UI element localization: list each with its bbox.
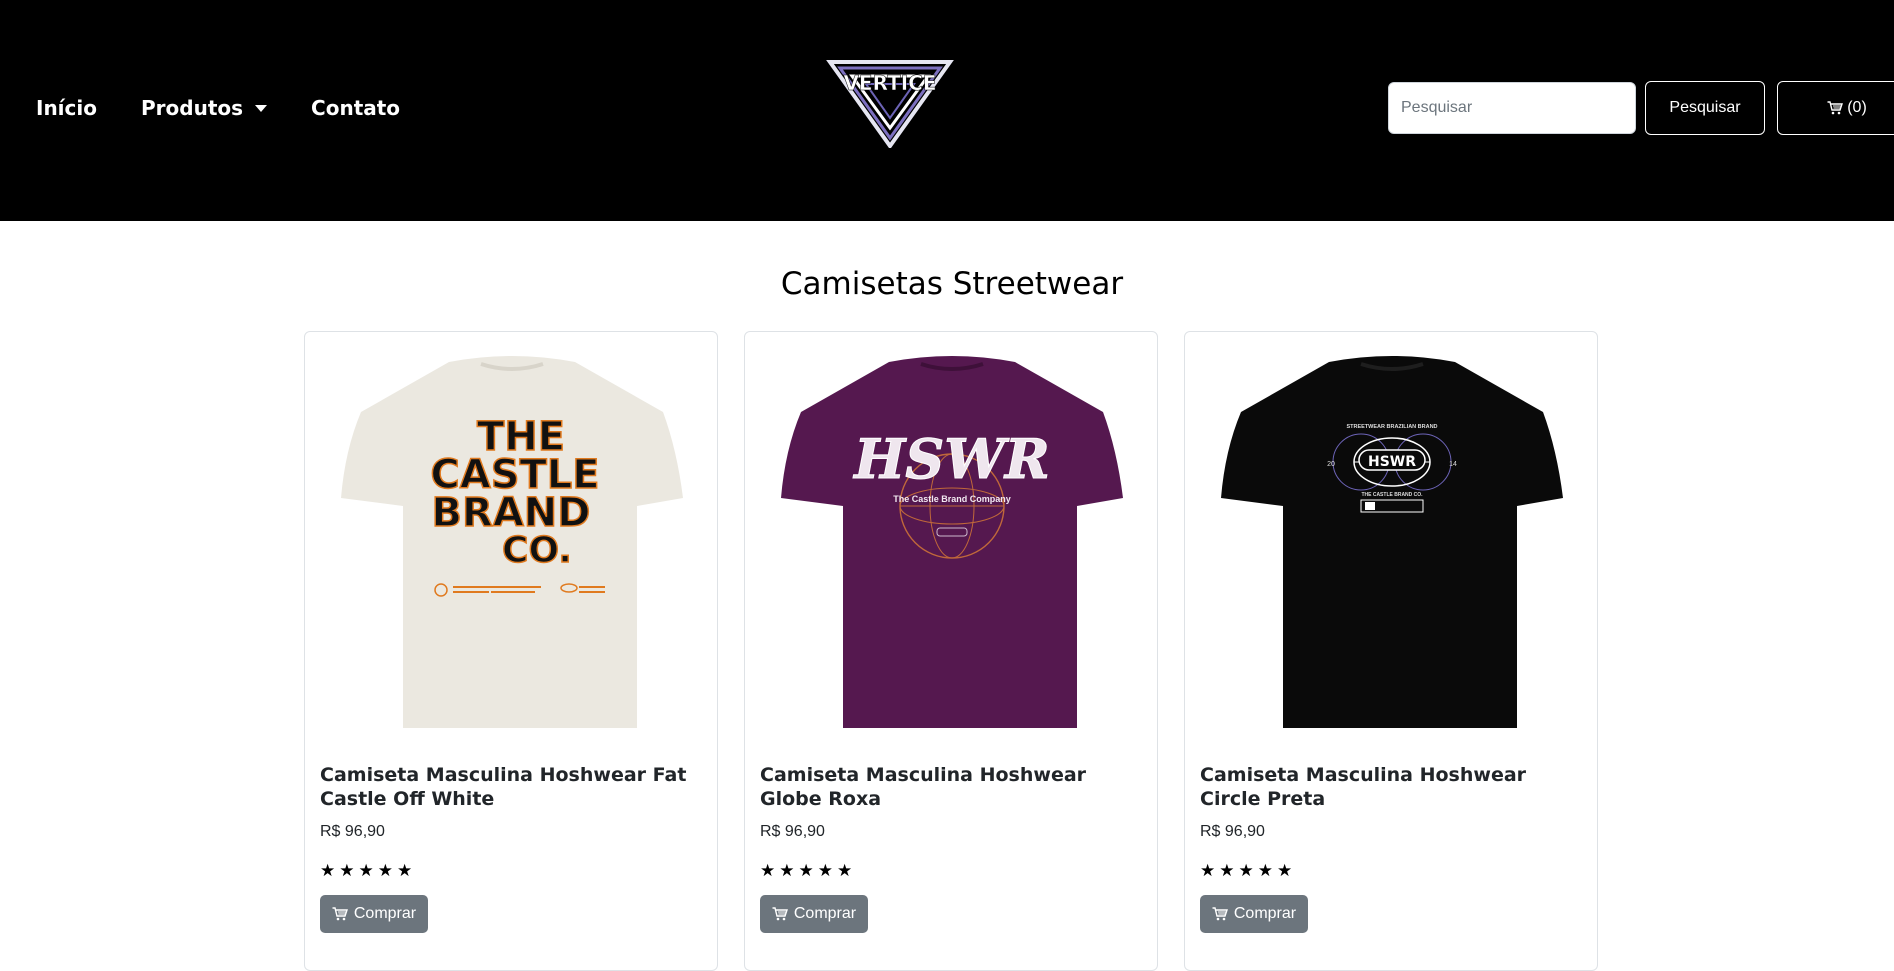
search-button-label: Pesquisar [1669, 99, 1741, 116]
buy-button-label: Comprar [1233, 905, 1297, 922]
product-card-body: Camiseta Masculina Hoshwear Fat Castle O… [320, 763, 704, 933]
buy-button-label: Comprar [353, 905, 417, 922]
cart-icon [772, 907, 788, 921]
print-line-4: CO. [502, 530, 572, 571]
rating-stars: ★★★★★ [1200, 861, 1297, 880]
product-image[interactable]: HSWR The Castle Brand Company [781, 350, 1123, 730]
nav-link-inicio[interactable]: Início [36, 96, 97, 120]
rating-stars: ★★★★★ [320, 861, 417, 880]
product-title: Camiseta Masculina Hoshwear Fat Castle O… [320, 764, 687, 810]
search-input[interactable] [1388, 82, 1636, 134]
brand-logo[interactable]: VERTICE [826, 58, 954, 150]
product-card: THE CASTLE BRAND CO. Camiseta Masculina … [304, 331, 718, 971]
product-card: STREETWEAR BRAZILIAN BRAND HSWR 20 14 TH… [1184, 331, 1598, 971]
main-nav: Início Produtos Contato [36, 96, 444, 120]
product-grid: THE CASTLE BRAND CO. Camiseta Masculina … [304, 331, 1624, 971]
search-button[interactable]: Pesquisar [1645, 81, 1765, 135]
print-logo: HSWR [1368, 454, 1416, 470]
product-image[interactable]: STREETWEAR BRAZILIAN BRAND HSWR 20 14 TH… [1221, 350, 1563, 730]
nav-link-contato[interactable]: Contato [311, 96, 400, 120]
product-price: R$ 96,90 [1200, 823, 1265, 840]
rating-stars: ★★★★★ [760, 861, 857, 880]
product-price: R$ 96,90 [760, 823, 825, 840]
product-card-body: Camiseta Masculina Hoshwear Globe Roxa R… [760, 763, 1144, 933]
search-area: Pesquisar (0) [1388, 81, 1894, 135]
cart-button[interactable]: (0) [1777, 81, 1894, 135]
cart-icon [1212, 907, 1228, 921]
print-top-text: STREETWEAR BRAZILIAN BRAND [1346, 424, 1437, 430]
product-title: Camiseta Masculina Hoshwear Globe Roxa [760, 764, 1087, 810]
product-price: R$ 96,90 [320, 823, 385, 840]
section-title: Camisetas Streetwear [780, 266, 1124, 302]
logo-text: VERTICE [843, 71, 936, 95]
vertice-logo-icon: VERTICE [826, 60, 954, 150]
buy-button[interactable]: Comprar [320, 895, 428, 933]
buy-button[interactable]: Comprar [1200, 895, 1308, 933]
cart-icon [1827, 101, 1844, 115]
buy-button[interactable]: Comprar [760, 895, 868, 933]
cart-count: (0) [1847, 99, 1867, 116]
print-year-right: 14 [1449, 461, 1457, 468]
nav-link-produtos-dropdown[interactable]: Produtos [141, 96, 268, 120]
print-bottom-text: THE CASTLE BRAND CO. [1361, 492, 1423, 498]
cart-icon [332, 907, 348, 921]
nav-link-inicio-label: Início [36, 96, 97, 120]
product-title: Camiseta Masculina Hoshwear Circle Preta [1200, 764, 1527, 810]
product-card-body: Camiseta Masculina Hoshwear Circle Preta… [1200, 763, 1584, 933]
caret-down-icon [255, 104, 268, 112]
print-tagline: The Castle Brand Company [893, 494, 1011, 504]
product-card: HSWR The Castle Brand Company Camiseta M… [744, 331, 1158, 971]
product-image[interactable]: THE CASTLE BRAND CO. [341, 350, 683, 730]
print-year-left: 20 [1327, 461, 1335, 468]
print-logo: HSWR [852, 427, 1050, 491]
navbar: Início Produtos Contato VERTICE Pesquisa… [0, 0, 1894, 221]
nav-link-contato-label: Contato [311, 96, 401, 120]
buy-button-label: Comprar [793, 905, 857, 922]
nav-link-produtos-label: Produtos [141, 96, 244, 120]
